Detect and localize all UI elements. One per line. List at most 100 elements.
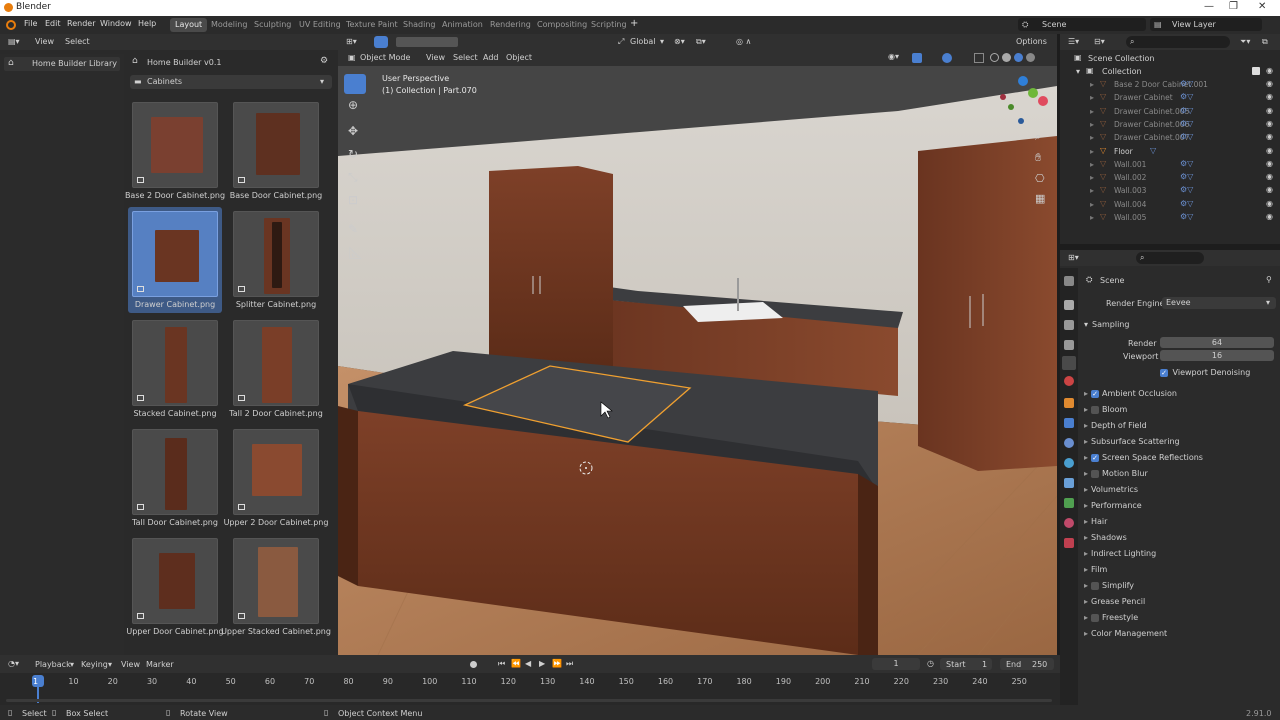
view-layer-tab-icon[interactable] — [1064, 340, 1074, 350]
jump-keyframe-back-icon[interactable]: ⏪ — [511, 659, 521, 668]
outliner-row[interactable]: ▸ ▽ Wall.001 ⚙▽ ◉ — [1060, 159, 1280, 172]
play-icon[interactable]: ▶ — [539, 659, 545, 668]
menu-file[interactable]: File — [24, 19, 37, 28]
properties-panel-header[interactable]: ▸ ✓ Ambient Occlusion — [1084, 389, 1274, 403]
proportional-icon[interactable]: ◎ ∧ — [736, 37, 751, 46]
record-icon[interactable] — [470, 661, 477, 668]
properties-panel-header[interactable]: ▸ Depth of Field — [1084, 421, 1274, 435]
shading-rendered-icon[interactable] — [1026, 53, 1035, 62]
tab-compositing[interactable]: Compositing — [532, 18, 592, 32]
properties-panel-header[interactable]: ▸ Indirect Lighting — [1084, 549, 1274, 563]
texture-tab-icon[interactable] — [1064, 538, 1074, 548]
expand-icon[interactable]: ▸ — [1090, 160, 1094, 169]
camera-icon[interactable]: ⎔ — [1035, 172, 1045, 185]
playback-menu[interactable]: Playback — [35, 660, 71, 669]
asset-thumbnail[interactable]: Upper Stacked Cabinet.png — [221, 534, 331, 640]
expand-icon[interactable]: ▸ — [1090, 200, 1094, 209]
jump-end-icon[interactable]: ⏭ — [566, 659, 573, 669]
select-mode-icons[interactable] — [396, 37, 458, 47]
visibility-icon[interactable]: ◉▾ — [888, 52, 899, 61]
pin-icon[interactable]: ⚲ — [1266, 275, 1272, 284]
zoom-icon[interactable]: ⌕ — [1035, 130, 1041, 144]
neg-z-axis-icon[interactable] — [1018, 118, 1024, 124]
blender-menu-icon[interactable] — [6, 20, 16, 30]
jump-start-icon[interactable]: ⏮ — [498, 659, 505, 669]
play-reverse-icon[interactable]: ◀ — [525, 659, 531, 668]
data-tab-icon[interactable] — [1064, 498, 1074, 508]
add-workspace-icon[interactable]: + — [630, 18, 638, 29]
menu-window[interactable]: Window — [100, 19, 132, 28]
transform-orientation[interactable]: Global — [630, 37, 656, 46]
outliner-row[interactable]: ▸ ▽ Drawer Cabinet.005 ⚙▽ ◉ — [1060, 106, 1280, 119]
measure-tool-icon[interactable]: 📐︎ — [348, 246, 363, 260]
output-tab-icon[interactable] — [1064, 320, 1074, 330]
settings-icon[interactable]: ⚙ — [320, 56, 328, 66]
annotate-tool-icon[interactable]: ✎ — [348, 222, 358, 236]
eye-icon[interactable]: ◉ — [1266, 132, 1273, 141]
neg-y-axis-icon[interactable] — [1008, 104, 1014, 110]
editor-type-icon[interactable]: ⊞▾ — [1068, 253, 1079, 262]
display-mode-icon[interactable]: ⊟▾ — [1094, 37, 1105, 46]
rotate-tool-icon[interactable]: ↻ — [348, 147, 358, 161]
minimize-icon[interactable]: — — [1204, 1, 1214, 12]
collection-label[interactable]: Collection — [1102, 67, 1142, 76]
eye-icon[interactable]: ◉ — [1266, 92, 1273, 101]
close-icon[interactable]: ✕ — [1258, 1, 1266, 12]
properties-panel-header[interactable]: ▸ Motion Blur — [1084, 469, 1274, 483]
asset-thumbnail[interactable]: Upper 2 Door Cabinet.png — [224, 425, 328, 531]
eye-icon[interactable]: ◉ — [1266, 66, 1273, 75]
eye-icon[interactable]: ◉ — [1266, 159, 1273, 168]
viewport-denoising-checkbox[interactable]: ✓ Viewport Denoising — [1160, 368, 1250, 377]
eye-icon[interactable]: ◉ — [1266, 79, 1273, 88]
eye-icon[interactable]: ◉ — [1266, 106, 1273, 115]
shading-wireframe-icon[interactable] — [990, 53, 999, 62]
asset-thumbnail[interactable]: Base 2 Door Cabinet.png — [125, 98, 225, 204]
snap-icon[interactable]: ⧉▾ — [696, 37, 706, 47]
properties-panel-header[interactable]: ▸ Grease Pencil — [1084, 597, 1274, 611]
expand-icon[interactable]: ▸ — [1090, 173, 1094, 182]
editor-type-icon[interactable]: ⊞▾ — [346, 37, 357, 46]
cursor-tool-icon[interactable]: ⊕ — [348, 98, 358, 112]
render-engine-dropdown[interactable]: Eevee ▾ — [1162, 297, 1276, 309]
properties-panel-header[interactable]: ▸ Performance — [1084, 501, 1274, 515]
end-frame-field[interactable]: End 250 — [1000, 658, 1054, 670]
z-axis-icon[interactable] — [1018, 76, 1028, 86]
outliner-row[interactable]: ▸ ▽ Drawer Cabinet.007 ⚙▽ ◉ — [1060, 132, 1280, 145]
properties-panel-header[interactable]: ▸ Simplify — [1084, 581, 1274, 595]
tab-rendering[interactable]: Rendering — [485, 18, 536, 32]
properties-panel-header[interactable]: ▸ Freestyle — [1084, 613, 1274, 627]
pivot-icon[interactable]: ⊗▾ — [674, 37, 685, 46]
world-tab-icon[interactable] — [1064, 376, 1074, 386]
menu-select[interactable]: Select — [65, 37, 90, 46]
expand-icon[interactable]: ▸ — [1090, 213, 1094, 222]
expand-icon[interactable]: ▾ — [1084, 320, 1088, 329]
expand-icon[interactable]: ▸ — [1090, 133, 1094, 142]
eye-icon[interactable]: ◉ — [1266, 119, 1273, 128]
expand-icon[interactable]: ▸ — [1090, 107, 1094, 116]
properties-panel-header[interactable]: ▸ Hair — [1084, 517, 1274, 531]
panel-toggle-checkbox[interactable] — [1091, 469, 1100, 478]
tab-sculpting[interactable]: Sculpting — [249, 18, 296, 32]
object-tab-icon[interactable] — [1064, 398, 1074, 408]
render-tab-icon[interactable] — [1064, 300, 1074, 310]
scrollbar[interactable] — [6, 699, 1052, 702]
tab-uv-editing[interactable]: UV Editing — [294, 18, 346, 32]
eye-icon[interactable]: ◉ — [1266, 199, 1273, 208]
outliner-row[interactable]: ▸ ▽ Base 2 Door Cabinet.001 ⚙▽ ◉ — [1060, 79, 1280, 92]
scene-selector[interactable]: ⛭ Scene — [1018, 18, 1146, 31]
properties-panel-header[interactable]: ▸ Color Management — [1084, 629, 1274, 643]
menu-render[interactable]: Render — [67, 19, 95, 28]
keying-menu[interactable]: Keying — [81, 660, 108, 669]
eye-icon[interactable]: ◉ — [1266, 212, 1273, 221]
new-collection-icon[interactable]: ⧉ — [1262, 37, 1268, 47]
eye-icon[interactable]: ◉ — [1266, 146, 1273, 155]
expand-icon[interactable]: ▸ — [1090, 186, 1094, 195]
start-frame-field[interactable]: Start 1 — [940, 658, 992, 670]
transform-tool-icon[interactable]: ⊡ — [348, 193, 358, 207]
material-tab-icon[interactable] — [1064, 518, 1074, 528]
gizmo-toggle-icon[interactable] — [912, 53, 922, 63]
outliner-row[interactable]: ▸ ▽ Wall.005 ⚙▽ ◉ — [1060, 212, 1280, 225]
outliner-search-input[interactable]: ⌕ — [1126, 36, 1230, 48]
asset-thumbnail[interactable]: Splitter Cabinet.png — [229, 207, 323, 313]
navigation-gizmo[interactable] — [998, 74, 1048, 124]
